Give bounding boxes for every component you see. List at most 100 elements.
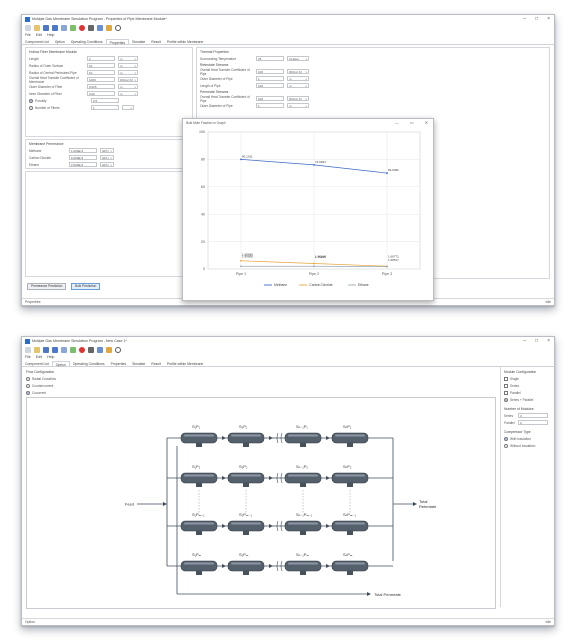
membrane-param-unit[interactable]: m	[118, 70, 138, 75]
single-check[interactable]	[504, 376, 508, 381]
save-as-icon[interactable]	[52, 25, 58, 31]
flow-option-radial[interactable]: Radial Crossflow	[26, 375, 146, 382]
close-icon[interactable]: ×	[547, 16, 550, 22]
with-insulation-radio[interactable]	[504, 436, 508, 441]
parallel-count-input[interactable]: 3	[518, 420, 548, 425]
tab-profile-2[interactable]: Profile within Membrane	[164, 361, 206, 366]
membrane-param-unit[interactable]: m	[118, 56, 138, 61]
membrane-param-unit[interactable]: m	[118, 91, 138, 96]
tab-component-list-2[interactable]: Component List	[22, 361, 52, 366]
membrane-param-unit[interactable]: W/(m2·K)	[118, 77, 138, 82]
minimize-icon[interactable]: –	[523, 16, 526, 22]
paste-icon[interactable]	[106, 25, 112, 31]
tab-properties-2[interactable]: Properties	[108, 361, 129, 366]
tab-operating-conditions-2[interactable]: Operating Conditions	[70, 361, 108, 366]
permeance-input[interactable]: 1.000E-5	[69, 148, 97, 153]
porosity-input[interactable]: 0.5	[91, 98, 119, 103]
fibers-stepper[interactable]	[122, 105, 134, 110]
membrane-param-input[interactable]: 2	[87, 56, 115, 61]
tab-properties[interactable]: Properties	[105, 39, 130, 45]
membrane-param-input[interactable]: 0.02	[87, 91, 115, 96]
series-count-input[interactable]: 3	[518, 413, 548, 418]
tab-simulate[interactable]: Simulate	[129, 39, 148, 44]
chart-icon-2[interactable]	[61, 347, 67, 353]
maximize-icon-2[interactable]: □	[535, 338, 538, 344]
menu-edit-2[interactable]: Edit	[36, 355, 42, 359]
open-folder-icon[interactable]	[34, 25, 40, 31]
chart-close-icon[interactable]: ✕	[425, 120, 428, 125]
countercurrent-radio[interactable]	[26, 383, 30, 388]
save-as-icon-2[interactable]	[52, 347, 58, 353]
bulk-prediction-button[interactable]: Bulk Prediction	[71, 283, 101, 290]
tab-option[interactable]: Option	[52, 39, 68, 44]
radial-radio[interactable]	[26, 376, 30, 381]
module-option-series-parallel[interactable]: Series + Parallel	[504, 396, 549, 403]
parallel-check[interactable]	[504, 390, 508, 395]
paste-icon-2[interactable]	[106, 347, 112, 353]
fibers-radio[interactable]	[29, 105, 33, 110]
cocurrent-radio[interactable]	[26, 390, 30, 395]
save-icon[interactable]	[43, 25, 49, 31]
check-icon-2[interactable]	[70, 347, 76, 353]
membrane-param-unit[interactable]: m	[118, 84, 138, 89]
cut-icon-2[interactable]	[88, 347, 94, 353]
close-icon-2[interactable]: ×	[547, 338, 550, 344]
chart-icon[interactable]	[61, 25, 67, 31]
permeance-unit[interactable]: GPU	[100, 155, 114, 160]
save-icon-2[interactable]	[43, 347, 49, 353]
permeate-param-unit[interactable]: m	[287, 103, 309, 108]
compressor-with[interactable]: With Insulation	[504, 435, 549, 442]
new-file-icon[interactable]	[25, 25, 31, 31]
retentate-param-input[interactable]: 1	[256, 76, 284, 81]
permeate-param-unit[interactable]: W/(m2·K)	[287, 96, 309, 101]
minimize-icon-2[interactable]: –	[523, 338, 526, 344]
copy-icon-2[interactable]	[97, 347, 103, 353]
membrane-param-input[interactable]: 1000	[87, 77, 115, 82]
flow-option-counter[interactable]: Countercurrent	[26, 382, 146, 389]
flow-option-cocurrent[interactable]: Cocurrent	[26, 389, 146, 396]
permeance-unit[interactable]: GPU	[100, 162, 114, 167]
permeance-input[interactable]: 2.000E-5	[69, 162, 97, 167]
tab-operating-conditions[interactable]: Operating Conditions	[68, 39, 106, 44]
maximize-icon[interactable]: □	[535, 16, 538, 22]
check-icon[interactable]	[70, 25, 76, 31]
surround-input[interactable]: 25	[256, 56, 284, 61]
chart-minimize-icon[interactable]: —	[395, 120, 399, 125]
tab-simulate-2[interactable]: Simulate	[129, 361, 148, 366]
porosity-radio[interactable]	[29, 98, 33, 103]
tab-result[interactable]: Result	[148, 39, 164, 44]
tab-option-2[interactable]: Option	[51, 361, 70, 367]
membrane-param-unit[interactable]: m	[118, 63, 138, 68]
retentate-param-unit[interactable]: W/(m2·K)	[287, 69, 309, 74]
menu-file-2[interactable]: File	[25, 355, 31, 359]
help-icon-2[interactable]	[115, 347, 121, 353]
permeance-prediction-button[interactable]: Permeance Prediction	[27, 283, 67, 290]
tab-component-list[interactable]: Component List	[22, 39, 52, 44]
permeate-param-input[interactable]: 1	[256, 103, 284, 108]
help-icon[interactable]	[115, 25, 121, 31]
fibers-input[interactable]: 1	[91, 105, 119, 110]
module-option-series[interactable]: Series	[504, 382, 549, 389]
chart-maximize-icon[interactable]: ▭	[410, 120, 414, 125]
compressor-without[interactable]: Without Insulation	[504, 442, 549, 449]
stop-icon-2[interactable]	[79, 347, 85, 353]
module-option-parallel[interactable]: Parallel	[504, 389, 549, 396]
tab-result-2[interactable]: Result	[148, 361, 164, 366]
tab-profile[interactable]: Profile within Membrane	[164, 39, 206, 44]
copy-icon[interactable]	[97, 25, 103, 31]
stop-icon[interactable]	[79, 25, 85, 31]
retentate-param-input[interactable]: 100	[256, 83, 284, 88]
membrane-param-input[interactable]: 10	[87, 63, 115, 68]
membrane-param-input[interactable]: 10	[87, 70, 115, 75]
open-folder-icon-2[interactable]	[34, 347, 40, 353]
retentate-param-input[interactable]: 100	[256, 69, 284, 74]
retentate-param-unit[interactable]: m	[287, 76, 309, 81]
surround-unit[interactable]: Celsius	[287, 56, 309, 61]
new-file-icon-2[interactable]	[25, 347, 31, 353]
permeate-param-input[interactable]: 100	[256, 96, 284, 101]
menu-help[interactable]: Help	[47, 33, 54, 37]
series-check[interactable]	[504, 383, 508, 388]
without-insulation-radio[interactable]	[504, 443, 508, 448]
menu-help-2[interactable]: Help	[47, 355, 54, 359]
module-option-single[interactable]: Single	[504, 375, 549, 382]
